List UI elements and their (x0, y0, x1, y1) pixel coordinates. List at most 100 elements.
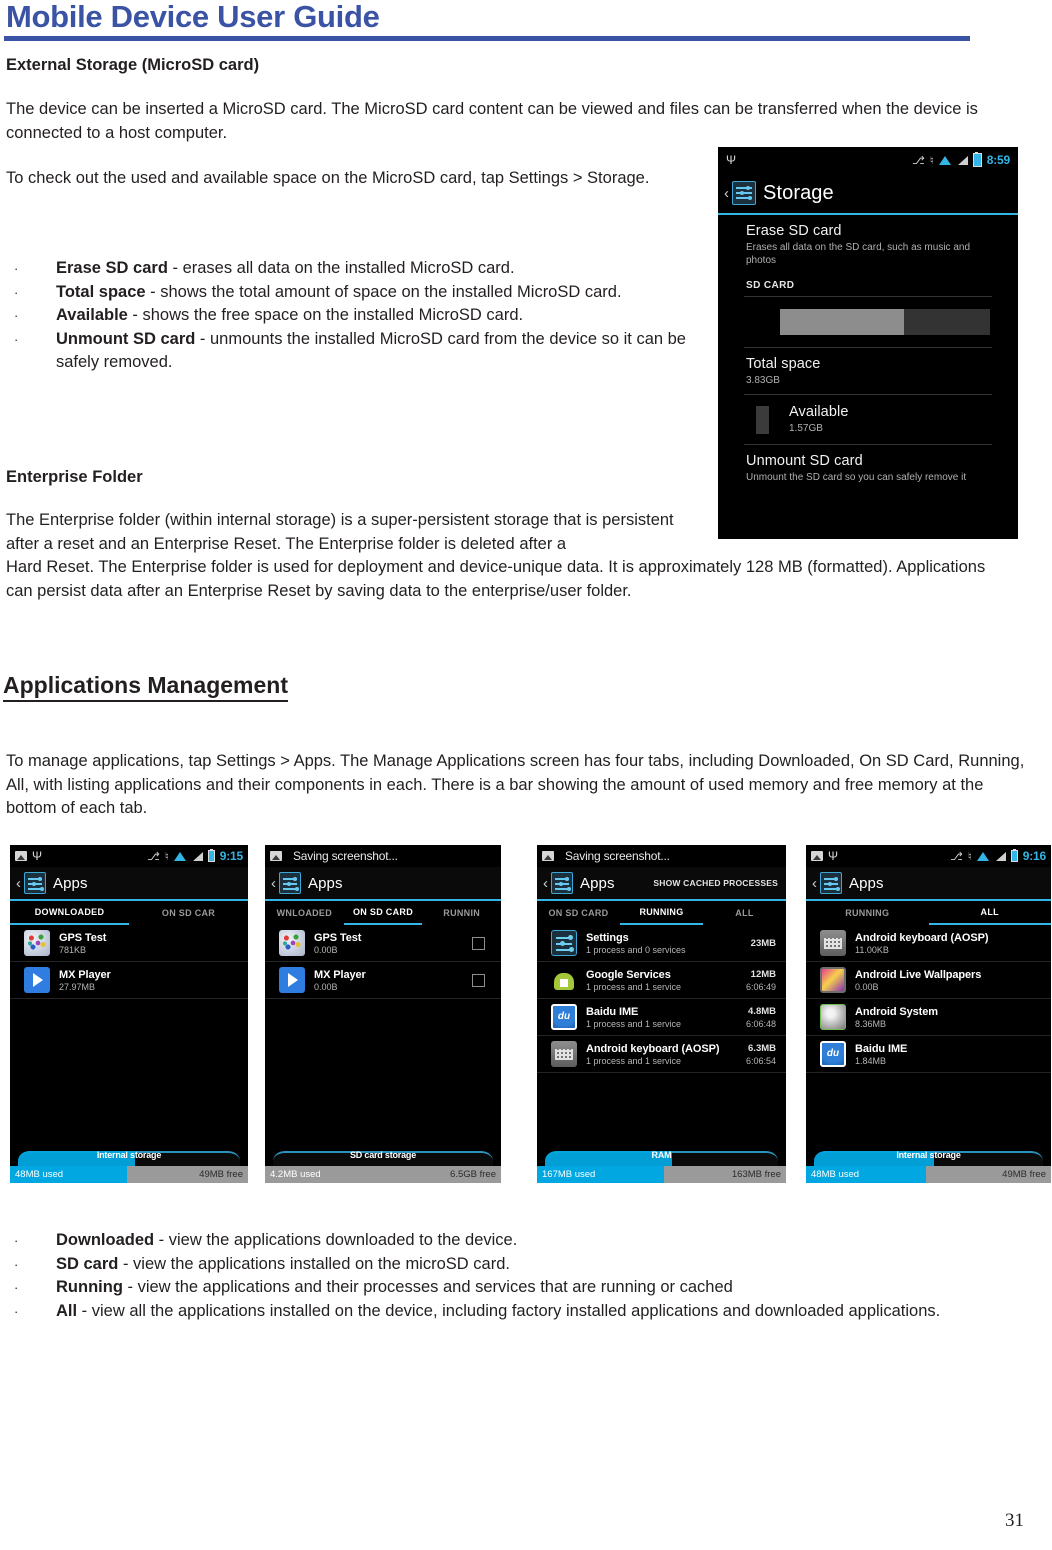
app-name: Settings (586, 931, 629, 944)
signal-icon (192, 851, 203, 861)
tab-running[interactable]: RUNNING (620, 901, 703, 925)
table-row[interactable]: MX Player 27.97MB (10, 962, 248, 999)
bullet-marker: · (14, 308, 19, 323)
screen-title: Apps (53, 874, 88, 892)
sd-usage-bar (780, 309, 990, 335)
settings-icon (551, 930, 577, 956)
app-text: Android Live Wallpapers 0.00B (855, 969, 1045, 992)
app-size: 11.00KB (855, 944, 889, 955)
baidu-ime-icon (551, 1004, 577, 1030)
storage-meter-label: RAM (651, 1150, 672, 1160)
erase-sd-card-item[interactable]: Erase SD card Erases all data on the SD … (718, 215, 1018, 274)
app-size: 1 process and 1 service (586, 981, 682, 992)
battery-icon (1010, 848, 1018, 862)
status-left-icons: Saving screenshot... (542, 849, 670, 863)
app-list: GPS Test 781KB MX Player 27.97MB (10, 925, 248, 999)
tab-runnin[interactable]: RUNNIN (422, 901, 501, 925)
page-title: Mobile Device User Guide (6, 0, 380, 34)
mx-player-icon (279, 967, 305, 993)
table-row[interactable]: GPS Test 781KB (10, 925, 248, 962)
heading-enterprise-folder: Enterprise Folder (6, 468, 143, 486)
show-cached-processes-button[interactable]: SHOW CACHED PROCESSES (653, 878, 780, 888)
app-checkbox[interactable] (472, 973, 485, 987)
storage-body: Erase SD card Erases all data on the SD … (718, 215, 1018, 491)
app-text: Settings 1 process and 0 services (586, 932, 747, 955)
apps-all-screenshot: Ψ ⎇ ♮ 9:16 ‹ Apps RUNNING ALL Android keyboard (… (806, 845, 1051, 1183)
table-row[interactable]: MX Player 0.00B (265, 962, 501, 999)
back-icon[interactable]: ‹ (812, 876, 817, 891)
list-item: · All - view all the applications instal… (6, 1300, 1016, 1324)
table-row[interactable]: Baidu IME1.84MB (806, 1036, 1051, 1073)
tab-on-sd-car[interactable]: ON SD CAR (129, 901, 248, 925)
bullet-marker: · (14, 1233, 19, 1248)
bullet-marker: · (14, 1303, 19, 1319)
app-size: 8.36MB (855, 1018, 887, 1029)
table-row[interactable]: Android keyboard (AOSP) 1 process and 1 s… (537, 1036, 786, 1073)
list-item-desc: - view the applications downloaded to th… (154, 1231, 518, 1249)
bullet-marker: · (14, 284, 19, 300)
tab-running[interactable]: RUNNING (806, 901, 929, 925)
screenshot-icon (811, 851, 823, 861)
table-row[interactable]: Baidu IME1 process and 1 service4.8MB6:0… (537, 999, 786, 1036)
back-icon[interactable]: ‹ (543, 876, 548, 891)
heading-applications-management: Applications Management (3, 672, 288, 702)
app-name: GPS Test (314, 931, 362, 944)
bluetooth-icon: ⎇ (147, 850, 160, 863)
list-item-text: Total space - shows the total amount of … (56, 281, 706, 305)
saving-screenshot-text: Saving screenshot... (293, 849, 398, 863)
table-row[interactable]: Android keyboard (AOSP) 11.00KB (806, 925, 1051, 962)
title-divider (4, 36, 970, 41)
back-icon[interactable]: ‹ (724, 186, 729, 201)
gps-test-icon (24, 930, 50, 956)
apps-on-sd-card-screenshot: Saving screenshot... ‹ Apps WNLOADED ON SD C… (265, 845, 501, 1183)
status-right-icons: ⎇ ♮ 9:15 (147, 848, 243, 863)
android-keyboard-icon (820, 930, 846, 956)
app-text: Google Services 1 process and 1 service (586, 969, 742, 992)
tab-all[interactable]: ALL (928, 901, 1051, 925)
table-row[interactable]: Android Live Wallpapers 0.00B (806, 962, 1051, 999)
android-keyboard-icon (551, 1041, 577, 1067)
storage-meter-arc: Internal storage (10, 1149, 248, 1166)
signal-icon (995, 851, 1006, 861)
table-row[interactable]: Settings 1 process and 0 services 23MB (537, 925, 786, 962)
app-size: 27.97MB (59, 981, 96, 992)
tab-downloaded[interactable]: DOWNLOADED (10, 901, 129, 925)
mute-icon: ♮ (164, 850, 169, 863)
mute-icon: ♮ (967, 850, 972, 863)
total-space-label: Total space (746, 356, 821, 372)
app-name: Google Services (586, 968, 671, 981)
unmount-sd-card-item[interactable]: Unmount SD card Unmount the SD card so y… (718, 445, 1018, 491)
tab-all[interactable]: ALL (703, 901, 786, 925)
storage-meter-used-label: 48MB used (15, 1169, 64, 1180)
paragraph-enterprise-folder-narrow: The Enterprise folder (within internal s… (6, 511, 674, 553)
back-icon[interactable]: ‹ (271, 876, 276, 891)
table-row[interactable]: Android System 8.36MB (806, 999, 1051, 1036)
available-label: Available (789, 404, 849, 420)
app-memory-info: 6.3MB 6:06:54 (746, 1043, 780, 1066)
storage-meter: RAM 167MB used 163MB free (537, 1149, 786, 1183)
app-memory-info: 12MB 6:06:49 (746, 969, 780, 992)
screen-title: Apps (308, 874, 343, 892)
tab-wnloaded[interactable]: WNLOADED (265, 901, 344, 925)
unmount-sd-card-title: Unmount SD card (746, 453, 863, 469)
sd-usage-bar-row (718, 297, 1018, 347)
table-row[interactable]: Google Services 1 process and 1 service 12… (537, 962, 786, 999)
list-item-desc: - view the applications installed on the… (118, 1254, 510, 1273)
tab-on-sd-card[interactable]: ON SD CARD (343, 901, 423, 925)
tab-on-sd-card[interactable]: ON SD CARD (537, 901, 620, 925)
list-item-desc: - erases all data on the installed Micro… (167, 259, 515, 277)
app-checkbox[interactable] (472, 936, 485, 950)
available-value: 1.57GB (789, 423, 823, 434)
list-item-term: Total space (56, 282, 146, 301)
back-icon[interactable]: ‹ (16, 876, 21, 891)
tab-strip: ON SD CARD RUNNING ALL (537, 901, 786, 925)
signal-icon (957, 155, 968, 165)
total-space-item: Total space 3.83GB (718, 348, 1018, 394)
screenshot-icon (270, 851, 282, 861)
table-row[interactable]: GPS Test 0.00B (265, 925, 501, 962)
storage-meter: SD card storage 4.2MB used 6.5GB free (265, 1149, 501, 1183)
storage-meter: Internal storage 48MB used 49MB free (10, 1149, 248, 1183)
bluetooth-icon: ⎇ (950, 850, 963, 863)
storage-meter-arc: RAM (537, 1149, 786, 1166)
app-text: Android System 8.36MB (855, 1006, 1045, 1029)
